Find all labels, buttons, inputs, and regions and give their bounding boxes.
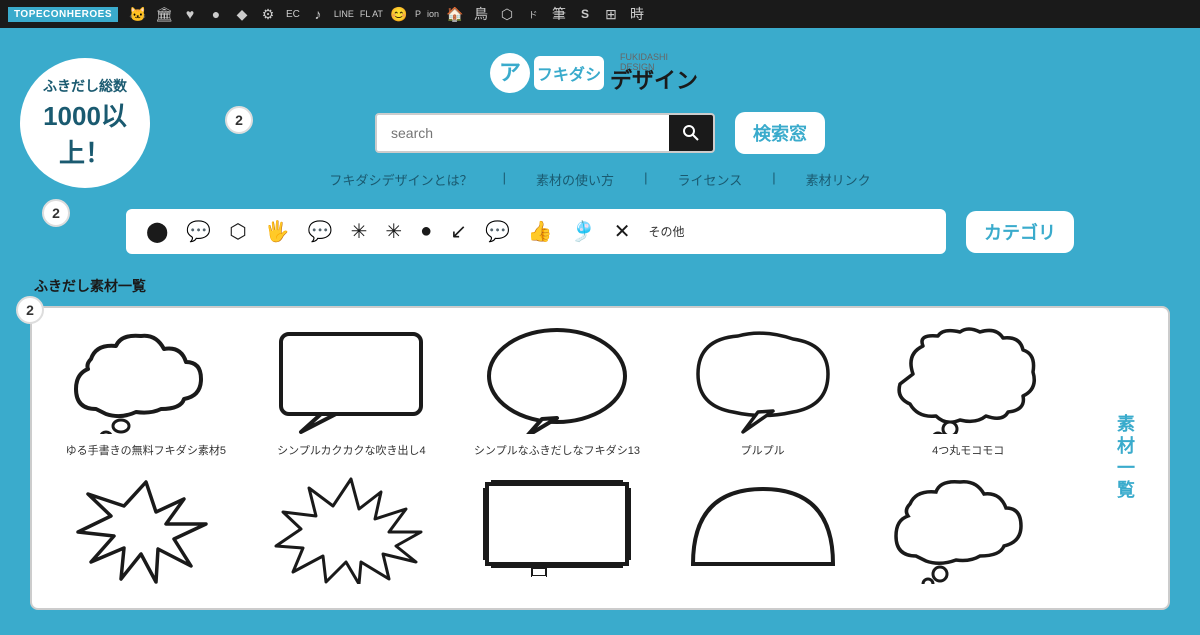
nav-icon-13[interactable]: ion — [427, 9, 439, 19]
cat-icon-circle[interactable]: ● — [420, 220, 432, 243]
fukidashi-label-2: シンプルカクカクな吹き出し4 — [277, 442, 425, 458]
search-section: 2 検索窓 — [30, 112, 1170, 154]
nav-icon-20[interactable]: ⊞ — [601, 6, 621, 23]
fukidashi-section: ふきだし素材一覧 2 ゆる手書きの無料フキダシ素材 — [30, 276, 1170, 610]
fukidashi-item-purupuru[interactable]: プルプル — [665, 324, 861, 458]
fukidashi-item-mokomoko[interactable]: 4つ丸モコモコ — [870, 324, 1066, 458]
svg-text:FUKIDASHI: FUKIDASHI — [620, 52, 668, 62]
search-icon — [683, 125, 699, 141]
fukidashi-item-burst[interactable] — [48, 474, 244, 592]
cat-other[interactable]: その他 — [648, 223, 684, 240]
main-content: ふきだし総数 1000以上！ ア フキダシ FUKIDASHI DESIGN デ… — [0, 28, 1200, 630]
cat-icon-hand[interactable]: 🖐 — [265, 219, 290, 244]
cat-icon-hex[interactable]: ⬡ — [229, 219, 246, 244]
cat-icon-bubble[interactable]: 💬 — [485, 219, 510, 244]
fukidashi-label-3: シンプルなふきだしなフキダシ13 — [474, 442, 640, 458]
fukidashi-row-2 — [48, 474, 1066, 592]
logo-svg: ア フキダシ FUKIDASHI DESIGN デザイン — [490, 48, 710, 98]
fukidashi-item-halfcircle[interactable] — [665, 474, 861, 592]
cat-icon-swirl[interactable]: 🎐 — [571, 219, 596, 244]
nav-links: フキダシデザインとは？ | 素材の使い方 | ライセンス | 素材リンク — [30, 170, 1170, 189]
nav-icon-9[interactable]: LINE — [334, 9, 354, 19]
navlink-about[interactable]: フキダシデザインとは？ — [329, 170, 472, 189]
logo-area: ア フキダシ FUKIDASHI DESIGN デザイン — [30, 48, 1170, 98]
search-badge: 2 — [225, 106, 253, 134]
nav-icon-1[interactable]: 🐱 — [128, 6, 148, 23]
fukidashi-label-5: 4つ丸モコモコ — [932, 442, 1004, 458]
cat-icon-oval2[interactable]: 💬 — [308, 219, 333, 244]
fukidashi-item-cloud[interactable]: ゆる手書きの無料フキダシ素材5 — [48, 324, 244, 458]
cat-icon-speech[interactable]: 💬 — [186, 219, 211, 244]
cat-icon-cross[interactable]: ✕ — [614, 219, 631, 244]
nav-icon-10[interactable]: FL AT — [360, 9, 383, 19]
svg-text:デザイン: デザイン — [610, 68, 698, 93]
fukidashi-item-cloud2[interactable] — [870, 474, 1066, 592]
fukidashi-label-4: プルプル — [741, 442, 785, 458]
category-bar: ⬤ 💬 ⬡ 🖐 💬 ✳ ✳ ● ↙ 💬 👍 🎐 ✕ その他 — [126, 209, 946, 254]
brand-logo[interactable]: TOPECONHEROES — [8, 7, 118, 22]
fukidashi-item-spiky[interactable] — [254, 474, 450, 592]
promo-line1: ふきだし総数 — [43, 76, 127, 96]
navlink-links[interactable]: 素材リンク — [806, 170, 871, 189]
search-box — [375, 113, 715, 153]
search-input[interactable] — [377, 115, 669, 151]
fukidashi-row-1: ゆる手書きの無料フキダシ素材5 シンプルカクカクな吹き出し4 — [48, 324, 1066, 458]
fukidashi-label-1: ゆる手書きの無料フキダシ素材5 — [66, 442, 226, 458]
fukidashi-badge: 2 — [16, 296, 44, 324]
nav-icon-8[interactable]: ♪ — [308, 6, 328, 22]
search-label-badge: 検索窓 — [735, 112, 825, 154]
cat-icon-star2[interactable]: ✳ — [385, 219, 402, 244]
nav-icon-19[interactable]: S — [575, 7, 595, 21]
navlink-license[interactable]: ライセンス — [677, 170, 742, 189]
cat-icon-oval[interactable]: ⬤ — [146, 219, 168, 244]
category-label-badge: カテゴリ — [966, 211, 1074, 253]
nav-icon-2[interactable]: 🏛 — [154, 6, 174, 23]
nav-icon-12[interactable]: P — [415, 9, 421, 19]
fukidashi-grid-wrapper: ゆる手書きの無料フキダシ素材5 シンプルカクカクな吹き出し4 — [30, 306, 1170, 610]
nav-icon-11[interactable]: 😊 — [389, 6, 409, 23]
nav-icon-14[interactable]: 🏠 — [445, 6, 465, 23]
nav-icon-16[interactable]: ⬡ — [497, 6, 517, 23]
logo[interactable]: ア フキダシ FUKIDASHI DESIGN デザイン — [490, 48, 710, 98]
cat-icon-thumb[interactable]: 👍 — [528, 219, 553, 244]
category-badge: 2 — [42, 199, 70, 227]
section-title: ふきだし素材一覧 — [34, 276, 1170, 296]
navlink-howto[interactable]: 素材の使い方 — [536, 170, 614, 189]
svg-text:フキダシ: フキダシ — [537, 65, 601, 84]
topleft-promo: ふきだし総数 1000以上！ — [20, 58, 150, 188]
nav-icon-17[interactable]: ド — [523, 8, 543, 21]
fukidashi-label-badge: 素材一覧 — [1098, 384, 1152, 532]
fukidashi-item-pixel[interactable] — [459, 474, 655, 592]
fukidashi-item-circle[interactable]: シンプルなふきだしなフキダシ13 — [459, 324, 655, 458]
nav-icon-4[interactable]: ● — [206, 6, 226, 22]
top-navigation: TOPECONHEROES 🐱 🏛 ♥ ● ◆ ⚙ EC ♪ LINE FL A… — [0, 0, 1200, 28]
fukidashi-grid: ゆる手書きの無料フキダシ素材5 シンプルカクカクな吹き出し4 — [48, 324, 1066, 592]
nav-icon-6[interactable]: ⚙ — [258, 6, 278, 23]
nav-icon-7[interactable]: EC — [284, 9, 302, 20]
promo-line2: 1000以上！ — [20, 96, 150, 170]
nav-icon-5[interactable]: ◆ — [232, 6, 252, 23]
category-section: 2 ⬤ 💬 ⬡ 🖐 💬 ✳ ✳ ● ↙ 💬 👍 🎐 ✕ その他 カテゴリ — [30, 209, 1170, 254]
nav-icon-15[interactable]: 鳥 — [471, 4, 491, 24]
fukidashi-item-rect[interactable]: シンプルカクカクな吹き出し4 — [254, 324, 450, 458]
nav-icon-21[interactable]: 時 — [627, 4, 647, 24]
svg-text:ア: ア — [499, 60, 521, 85]
search-button[interactable] — [669, 115, 713, 151]
nav-icon-18[interactable]: 筆 — [549, 4, 569, 24]
cat-icon-star1[interactable]: ✳ — [351, 219, 368, 244]
search-wrapper: 検索窓 — [375, 112, 825, 154]
cat-icon-arrow[interactable]: ↙ — [450, 219, 467, 244]
nav-icon-3[interactable]: ♥ — [180, 6, 200, 22]
